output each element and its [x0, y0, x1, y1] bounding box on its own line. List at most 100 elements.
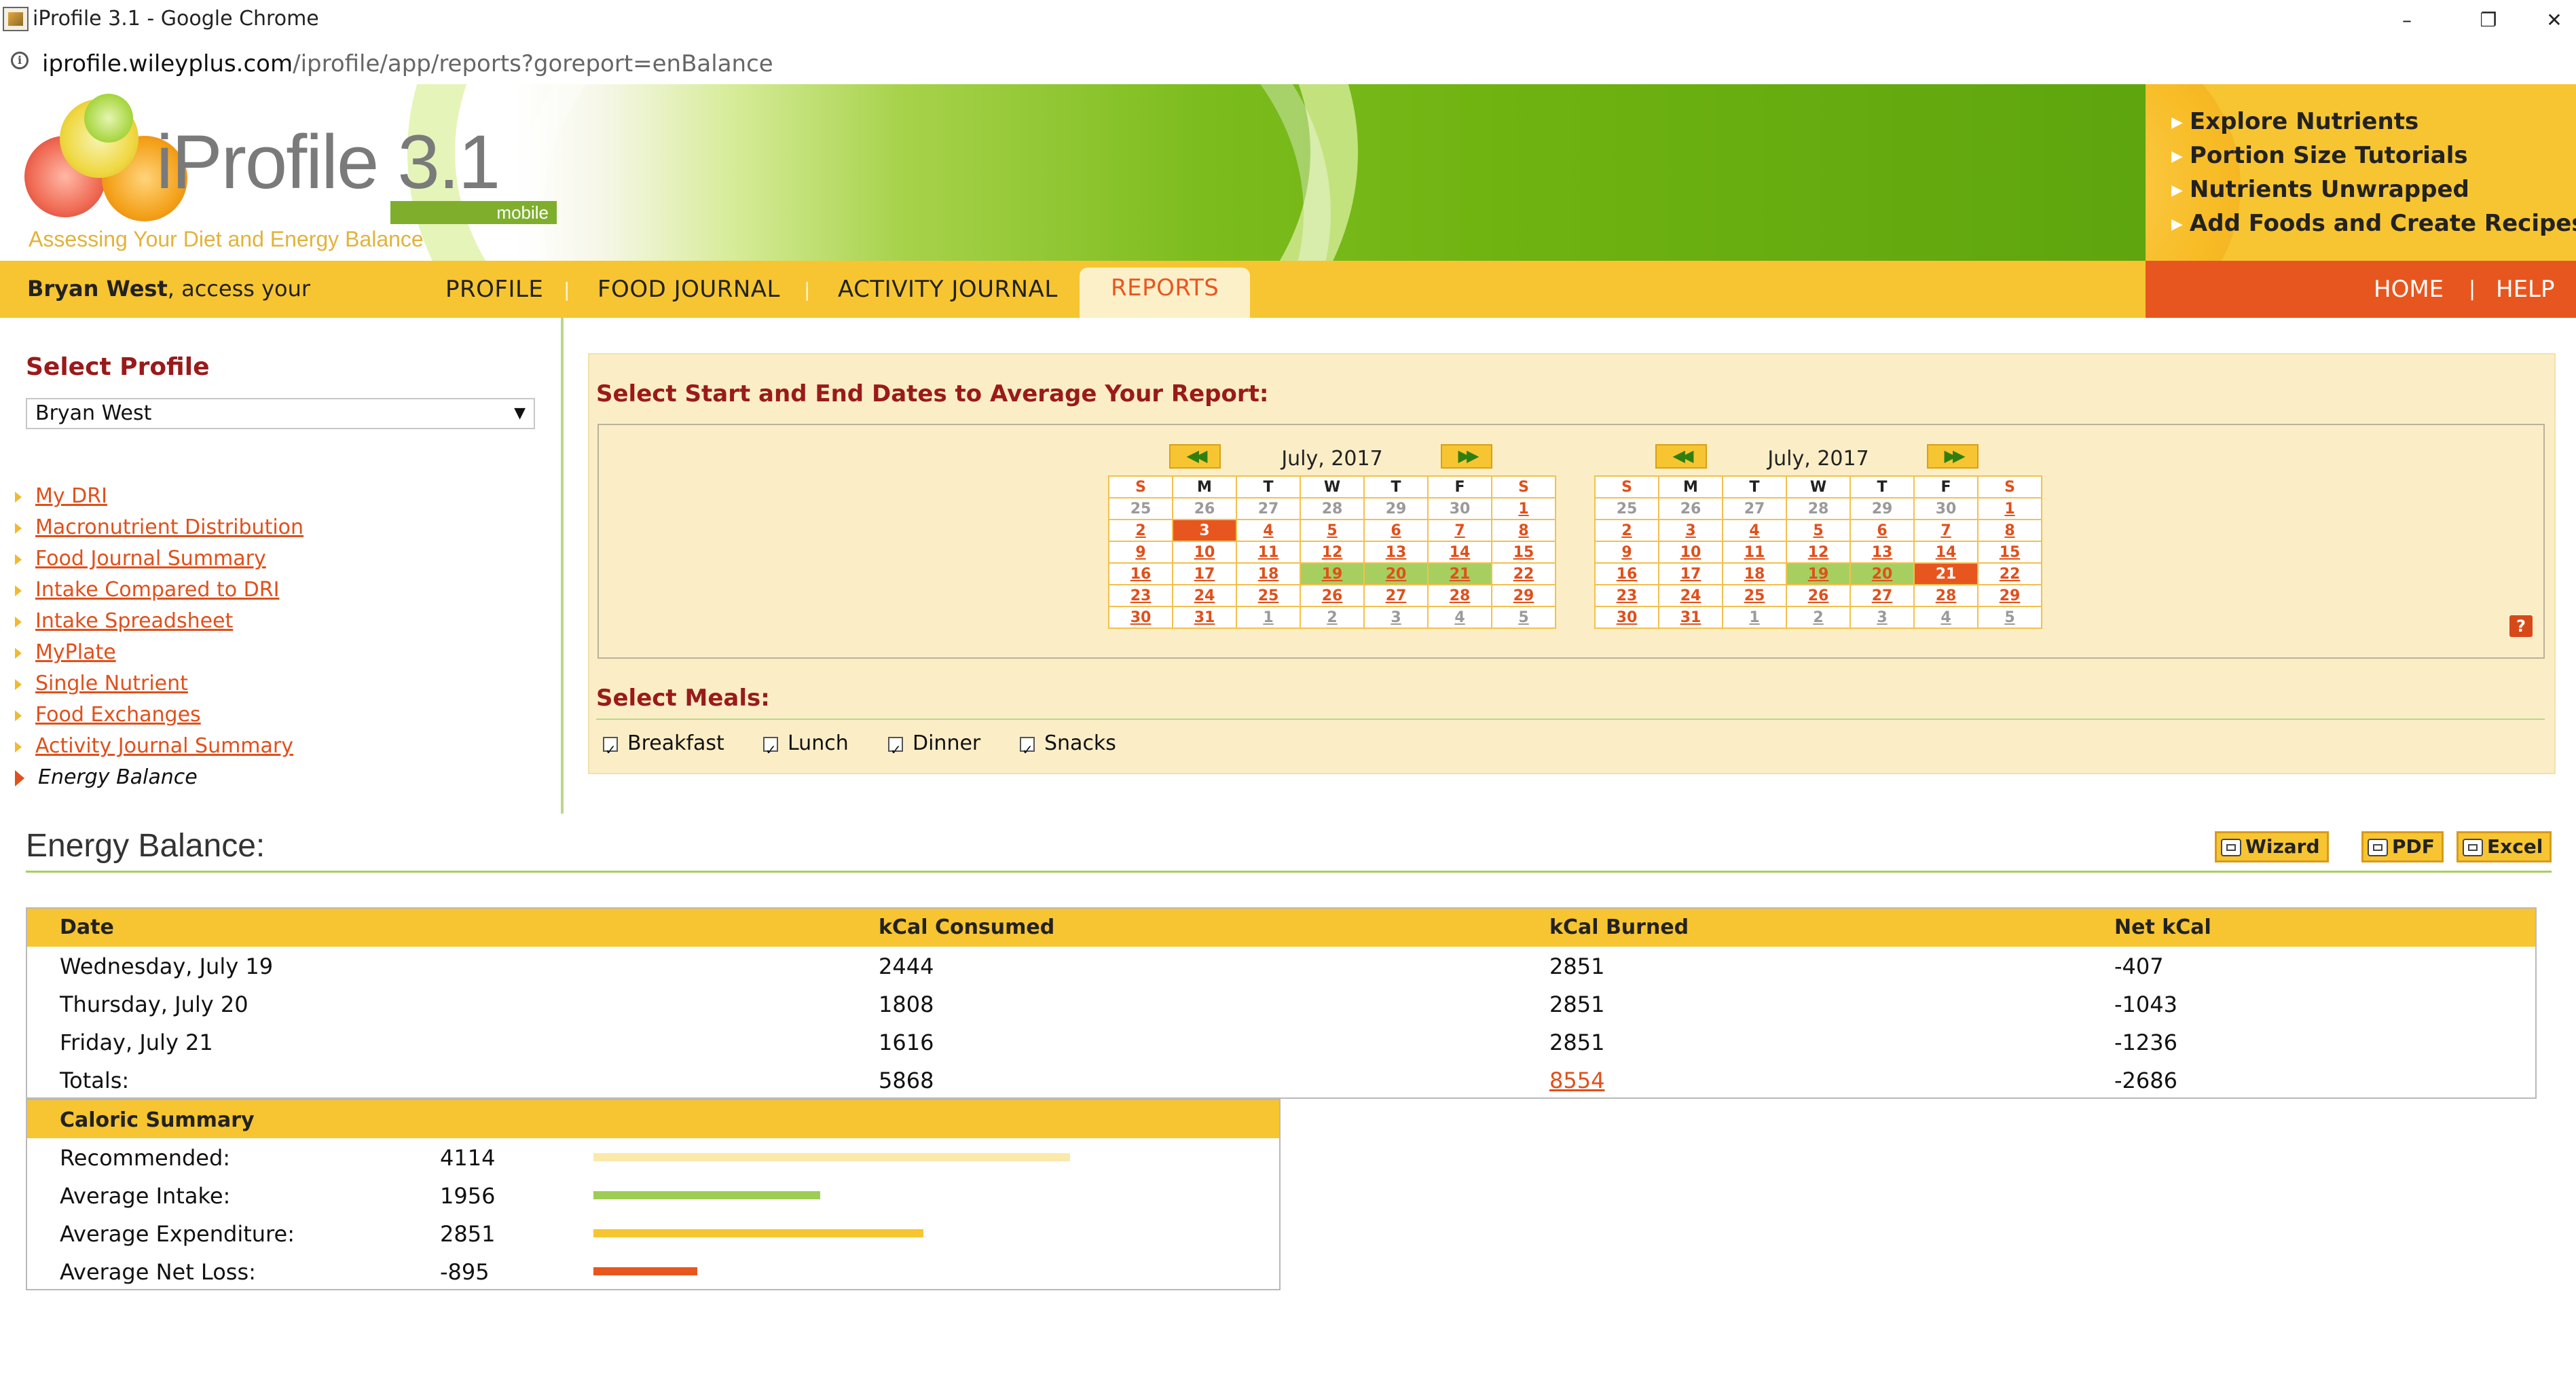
- calendar-day[interactable]: 28: [1786, 497, 1851, 520]
- calendar-day[interactable]: 30: [1427, 497, 1492, 520]
- calendar-day[interactable]: 26: [1658, 497, 1723, 520]
- calendar-day[interactable]: 25: [1722, 584, 1787, 607]
- calendar-day[interactable]: 25: [1594, 497, 1659, 520]
- calendar-day[interactable]: 10: [1658, 541, 1723, 564]
- calendar-day[interactable]: 9: [1594, 541, 1659, 564]
- checkbox-icon[interactable]: [763, 733, 778, 767]
- calendar-day[interactable]: 29: [1977, 584, 2042, 607]
- calendar-day[interactable]: 1: [1722, 606, 1787, 629]
- calendar-day[interactable]: 3: [1850, 606, 1915, 629]
- calendar-day[interactable]: 28: [1913, 584, 1979, 607]
- calendar-day[interactable]: 20: [1850, 562, 1915, 585]
- excel-button[interactable]: Excel: [2457, 831, 2552, 862]
- calendar-day[interactable]: 5: [1491, 606, 1556, 629]
- calendar-day[interactable]: 7: [1913, 519, 1979, 542]
- calendar-day[interactable]: 16: [1594, 562, 1659, 585]
- calendar-day[interactable]: 28: [1300, 497, 1365, 520]
- calendar-day[interactable]: 2: [1108, 519, 1173, 542]
- calendar-day[interactable]: 17: [1172, 562, 1237, 585]
- report-link[interactable]: MyPlate: [15, 637, 303, 668]
- calendar-day[interactable]: 26: [1300, 584, 1365, 607]
- report-link[interactable]: My DRI: [15, 481, 303, 512]
- calendar-day[interactable]: 9: [1108, 541, 1173, 564]
- calendar-day[interactable]: 29: [1491, 584, 1556, 607]
- calendar-day[interactable]: 22: [1977, 562, 2042, 585]
- next-month-button[interactable]: ▶▶: [1441, 444, 1492, 469]
- calendar-day[interactable]: 30: [1594, 606, 1659, 629]
- calendar-day[interactable]: 24: [1658, 584, 1723, 607]
- calendar-day[interactable]: 11: [1722, 541, 1787, 564]
- calendar-day[interactable]: 6: [1363, 519, 1429, 542]
- report-link[interactable]: Intake Spreadsheet: [15, 606, 303, 637]
- calendar-day[interactable]: 2: [1300, 606, 1365, 629]
- calendar-day[interactable]: 12: [1786, 541, 1851, 564]
- calendar-day[interactable]: 22: [1491, 562, 1556, 585]
- calendar-day[interactable]: 8: [1977, 519, 2042, 542]
- calendar-day[interactable]: 4: [1236, 519, 1301, 542]
- calendar-day[interactable]: 26: [1172, 497, 1237, 520]
- quick-link[interactable]: ▶ Explore Nutrients: [2171, 105, 2576, 139]
- report-link[interactable]: Intake Compared to DRI: [15, 575, 303, 606]
- calendar-day[interactable]: 17: [1658, 562, 1723, 585]
- calendar-day-selected[interactable]: 21: [1913, 562, 1979, 585]
- nav-profile[interactable]: PROFILE: [445, 276, 543, 303]
- calendar-day[interactable]: 3: [1363, 606, 1429, 629]
- prev-month-button[interactable]: ◀◀: [1169, 444, 1221, 469]
- report-link[interactable]: Single Nutrient: [15, 668, 303, 699]
- calendar-day[interactable]: 30: [1108, 606, 1173, 629]
- address-bar[interactable]: i iprofile.wileyplus.com/iprofile/app/re…: [0, 41, 2576, 85]
- calendar-day[interactable]: 11: [1236, 541, 1301, 564]
- calendar-day[interactable]: 8: [1491, 519, 1556, 542]
- report-link[interactable]: Activity Journal Summary: [15, 731, 303, 762]
- calendar-day[interactable]: 5: [1977, 606, 2042, 629]
- calendar-day-selected[interactable]: 3: [1172, 519, 1237, 542]
- site-info-icon[interactable]: i: [11, 52, 29, 69]
- calendar-day[interactable]: 29: [1363, 497, 1429, 520]
- prev-month-button[interactable]: ◀◀: [1655, 444, 1707, 469]
- calendar-day[interactable]: 18: [1722, 562, 1787, 585]
- calendar-day[interactable]: 13: [1363, 541, 1429, 564]
- calendar-day[interactable]: 4: [1913, 606, 1979, 629]
- calendar-day[interactable]: 23: [1108, 584, 1173, 607]
- calendar-day[interactable]: 23: [1594, 584, 1659, 607]
- calendar-day[interactable]: 31: [1172, 606, 1237, 629]
- calendar-day[interactable]: 28: [1427, 584, 1492, 607]
- calendar-day[interactable]: 27: [1722, 497, 1787, 520]
- calendar-day[interactable]: 1: [1236, 606, 1301, 629]
- calendar-day[interactable]: 14: [1913, 541, 1979, 564]
- nav-help[interactable]: HELP: [2496, 276, 2555, 303]
- calendar-day[interactable]: 1: [1491, 497, 1556, 520]
- calendar-day[interactable]: 15: [1977, 541, 2042, 564]
- calendar-day[interactable]: 2: [1594, 519, 1659, 542]
- calendar-day[interactable]: 18: [1236, 562, 1301, 585]
- calendar-day[interactable]: 27: [1850, 584, 1915, 607]
- calendar-day[interactable]: 27: [1363, 584, 1429, 607]
- nav-home[interactable]: HOME: [2374, 276, 2444, 303]
- quick-link[interactable]: ▶ Add Foods and Create Recipes: [2171, 206, 2576, 240]
- calendar-day[interactable]: 5: [1786, 519, 1851, 542]
- calendar-day[interactable]: 2: [1786, 606, 1851, 629]
- wizard-button[interactable]: Wizard: [2215, 831, 2329, 862]
- calendar-day[interactable]: 25: [1108, 497, 1173, 520]
- calendar-day[interactable]: 19: [1786, 562, 1851, 585]
- meal-checkbox-dinner[interactable]: Dinner: [888, 727, 980, 767]
- url-text[interactable]: iprofile.wileyplus.com/iprofile/app/repo…: [42, 50, 773, 77]
- next-month-button[interactable]: ▶▶: [1927, 444, 1979, 469]
- calendar-day[interactable]: 25: [1236, 584, 1301, 607]
- calendar-day[interactable]: 20: [1363, 562, 1429, 585]
- pdf-button[interactable]: PDF: [2361, 831, 2444, 862]
- calendar-day[interactable]: 21: [1427, 562, 1492, 585]
- calendar-day[interactable]: 27: [1236, 497, 1301, 520]
- meal-checkbox-breakfast[interactable]: Breakfast: [603, 727, 724, 767]
- calendar-day[interactable]: 16: [1108, 562, 1173, 585]
- total-burned-link[interactable]: 8554: [1549, 1068, 1604, 1093]
- checkbox-icon[interactable]: [1020, 733, 1035, 767]
- calendar-day[interactable]: 15: [1491, 541, 1556, 564]
- calendar-day[interactable]: 1: [1977, 497, 2042, 520]
- quick-link[interactable]: ▶ Portion Size Tutorials: [2171, 139, 2576, 172]
- calendar-day[interactable]: 12: [1300, 541, 1365, 564]
- report-link[interactable]: Food Journal Summary: [15, 543, 303, 575]
- calendar-day[interactable]: 7: [1427, 519, 1492, 542]
- calendar-day[interactable]: 10: [1172, 541, 1237, 564]
- calendar-day[interactable]: 31: [1658, 606, 1723, 629]
